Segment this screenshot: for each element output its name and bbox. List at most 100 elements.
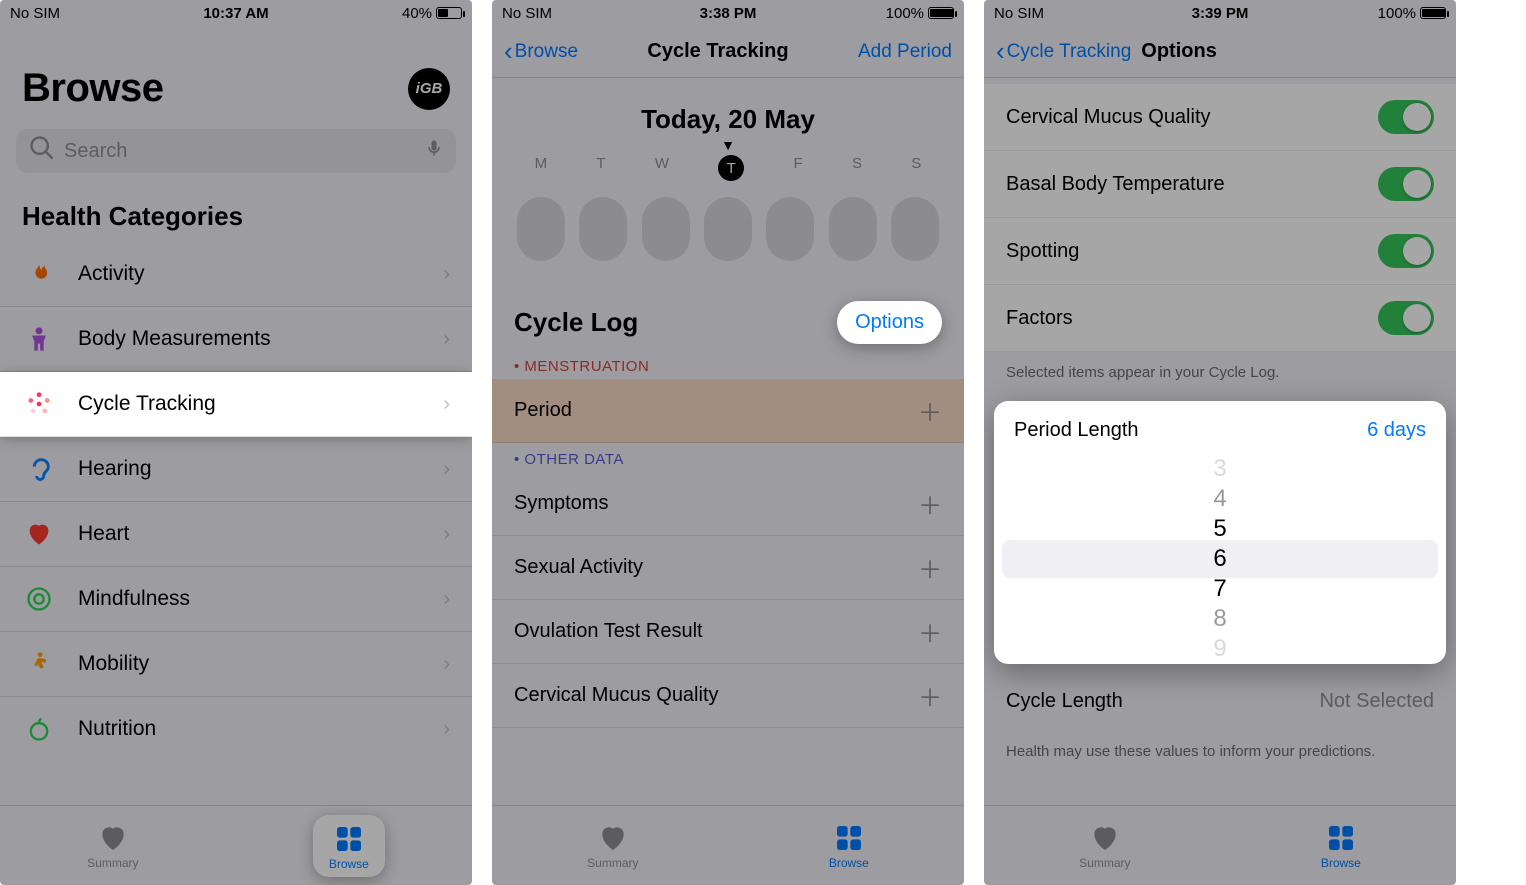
- tab-summary[interactable]: Summary: [1079, 822, 1130, 870]
- day-bubble[interactable]: [766, 197, 814, 261]
- switch-on-icon[interactable]: [1378, 100, 1434, 134]
- picker-option-selected[interactable]: 6: [1213, 544, 1226, 574]
- day-bubble[interactable]: [704, 197, 752, 261]
- picker-value: 6 days: [1367, 419, 1426, 442]
- category-label: Cycle Tracking: [78, 392, 216, 416]
- log-row-symptoms[interactable]: Symptoms ＋: [492, 472, 964, 536]
- period-length-picker[interactable]: Period Length 6 days 3 4 5 6 7 8 9: [994, 401, 1446, 664]
- category-mobility[interactable]: Mobility ›: [0, 632, 472, 697]
- options-button[interactable]: Options: [837, 301, 942, 344]
- toggle-label: Basal Body Temperature: [1006, 173, 1225, 196]
- today-marker-icon: ▼: [492, 137, 964, 153]
- day-bubble[interactable]: [517, 197, 565, 261]
- category-activity[interactable]: Activity ›: [0, 242, 472, 307]
- tab-label: Browse: [329, 857, 369, 871]
- switch-on-icon[interactable]: [1378, 301, 1434, 335]
- category-heart[interactable]: Heart ›: [0, 502, 472, 567]
- weekday-today: T: [718, 155, 744, 181]
- plus-icon: ＋: [918, 393, 942, 428]
- category-label: Body Measurements: [78, 327, 271, 351]
- current-date: Today, 20 May: [492, 78, 964, 137]
- cycle-length-value: Not Selected: [1319, 690, 1434, 713]
- tab-label: Summary: [587, 856, 638, 870]
- tab-browse[interactable]: Browse: [1321, 822, 1361, 870]
- nav-title: Options: [1141, 40, 1217, 63]
- day-bubble[interactable]: [642, 197, 690, 261]
- category-mindfulness[interactable]: Mindfulness ›: [0, 567, 472, 632]
- log-row-sexual-activity[interactable]: Sexual Activity ＋: [492, 536, 964, 600]
- panel-browse: No SIM 10:37 AM 40% Browse iGB Search He…: [0, 0, 472, 885]
- status-time: 3:38 PM: [653, 5, 804, 22]
- chevron-right-icon: ›: [443, 718, 450, 741]
- tab-browse[interactable]: Browse: [829, 822, 869, 870]
- day-bubble[interactable]: [891, 197, 939, 261]
- person-icon: [22, 325, 56, 353]
- picker-wheel[interactable]: 3 4 5 6 7 8 9: [994, 454, 1446, 664]
- category-label: Nutrition: [78, 717, 156, 741]
- toggle-cervical-mucus[interactable]: Cervical Mucus Quality: [984, 84, 1456, 151]
- picker-option[interactable]: 4: [1213, 484, 1226, 514]
- status-battery-text: 100%: [886, 5, 924, 22]
- day-bubble[interactable]: [829, 197, 877, 261]
- search-input[interactable]: Search: [16, 129, 456, 173]
- mic-icon[interactable]: [424, 138, 444, 164]
- chevron-right-icon: ›: [443, 263, 450, 286]
- tab-label: Summary: [1079, 856, 1130, 870]
- back-label: Cycle Tracking: [1007, 41, 1132, 63]
- tab-bar: Summary Browse: [492, 805, 964, 885]
- log-row-label: Symptoms: [514, 492, 608, 515]
- weekday: S: [911, 155, 921, 181]
- tab-summary[interactable]: Summary: [587, 822, 638, 870]
- category-label: Hearing: [78, 457, 152, 481]
- toggle-factors[interactable]: Factors: [984, 285, 1456, 352]
- weekday: M: [535, 155, 548, 181]
- nav-title: Cycle Tracking: [647, 40, 788, 63]
- cycle-length-row[interactable]: Cycle Length Not Selected: [984, 672, 1456, 731]
- heart-icon: [22, 520, 56, 548]
- nav-bar: ‹ Browse Cycle Tracking Add Period: [492, 26, 964, 78]
- avatar[interactable]: iGB: [408, 68, 450, 110]
- toggle-basal-body-temp[interactable]: Basal Body Temperature: [984, 151, 1456, 218]
- plus-icon: ＋: [918, 550, 942, 585]
- weekday: T: [596, 155, 605, 181]
- back-label: Browse: [515, 41, 578, 63]
- picker-option[interactable]: 9: [1213, 634, 1226, 664]
- cycle-log-title: Cycle Log: [514, 307, 638, 338]
- category-label: Mobility: [78, 652, 149, 676]
- status-bar: No SIM 3:39 PM 100%: [984, 0, 1456, 26]
- day-bubble[interactable]: [579, 197, 627, 261]
- tab-bar: Summary Browse: [984, 805, 1456, 885]
- category-nutrition[interactable]: Nutrition ›: [0, 697, 472, 761]
- tab-browse[interactable]: Browse: [313, 815, 385, 877]
- menstruation-section-label: • MENSTRUATION: [492, 350, 964, 379]
- picker-option[interactable]: 3: [1213, 454, 1226, 484]
- back-button[interactable]: ‹ Cycle Tracking: [996, 36, 1131, 67]
- category-cycle-tracking[interactable]: Cycle Tracking ›: [0, 372, 472, 437]
- status-battery-text: 100%: [1378, 5, 1416, 22]
- tab-summary[interactable]: Summary: [87, 822, 138, 870]
- switch-on-icon[interactable]: [1378, 234, 1434, 268]
- log-row-period[interactable]: Period ＋: [492, 379, 964, 443]
- picker-option[interactable]: 5: [1213, 514, 1226, 544]
- toggle-spotting[interactable]: Spotting: [984, 218, 1456, 285]
- status-battery-text: 40%: [402, 5, 432, 22]
- search-placeholder: Search: [64, 140, 127, 163]
- log-row-cervical-mucus[interactable]: Cervical Mucus Quality ＋: [492, 664, 964, 728]
- picker-option[interactable]: 7: [1213, 574, 1226, 604]
- battery-icon: [1420, 7, 1446, 19]
- category-hearing[interactable]: Hearing ›: [0, 437, 472, 502]
- category-body-measurements[interactable]: Body Measurements ›: [0, 307, 472, 372]
- switch-on-icon[interactable]: [1378, 167, 1434, 201]
- battery-icon: [436, 7, 462, 19]
- day-bubbles[interactable]: [492, 181, 964, 301]
- cycle-icon: [22, 390, 56, 418]
- picker-label: Period Length: [1014, 419, 1139, 442]
- weekday: F: [794, 155, 803, 181]
- picker-option[interactable]: 8: [1213, 604, 1226, 634]
- log-row-label: Sexual Activity: [514, 556, 643, 579]
- log-row-label: Period: [514, 399, 572, 422]
- back-button[interactable]: ‹ Browse: [504, 36, 578, 67]
- log-row-ovulation-test[interactable]: Ovulation Test Result ＋: [492, 600, 964, 664]
- add-period-button[interactable]: Add Period: [858, 41, 952, 63]
- panel-options: No SIM 3:39 PM 100% ‹ Cycle Tracking Opt…: [984, 0, 1456, 885]
